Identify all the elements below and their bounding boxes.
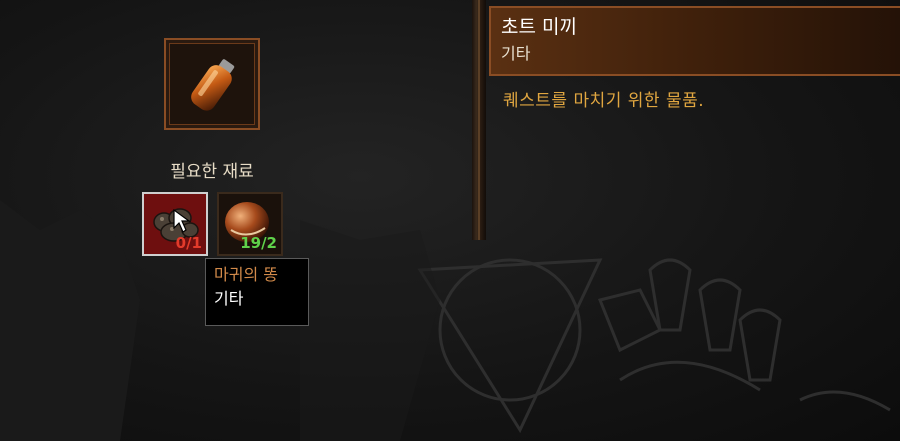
required-materials-label: 필요한 재료: [170, 162, 254, 182]
bottle-icon: [191, 59, 235, 111]
item-detail-header: 초트 미끼 기타: [489, 6, 900, 76]
material-count: 19/2: [240, 234, 277, 252]
panel-divider: [472, 0, 486, 240]
material-tooltip: 마귀의 똥 기타: [205, 258, 309, 326]
tooltip-item-category: 기타: [214, 289, 244, 308]
material-slot-demon-dung[interactable]: 0/1: [142, 192, 208, 256]
mouse-cursor-icon: [173, 208, 191, 233]
material-count: 0/1: [175, 234, 202, 252]
item-category: 기타: [501, 44, 531, 63]
material-slot-chestnut[interactable]: 19/2: [217, 192, 283, 256]
tooltip-item-name: 마귀의 똥: [214, 265, 278, 284]
result-item-slot[interactable]: [164, 38, 260, 130]
item-name: 초트 미끼: [501, 16, 577, 38]
item-description: 퀘스트를 마치기 위한 물품.: [503, 91, 705, 111]
